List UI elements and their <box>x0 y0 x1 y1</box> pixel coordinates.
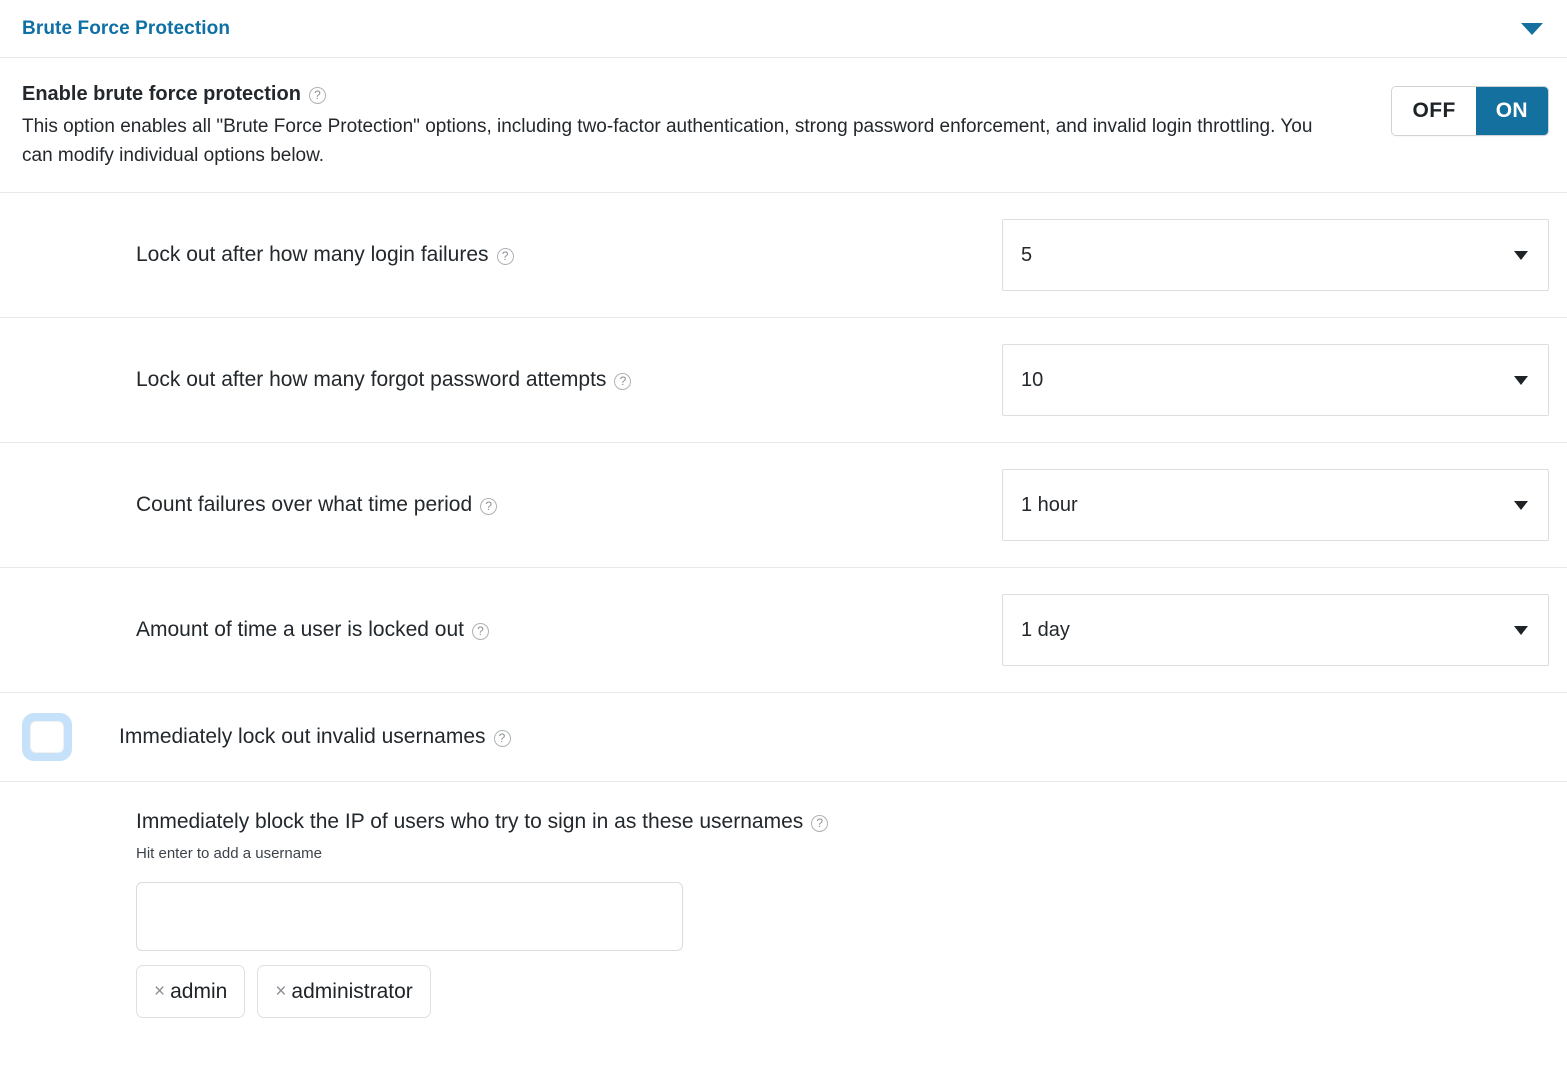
checkbox-label: Immediately lock out invalid usernames ? <box>119 723 511 751</box>
list-item[interactable]: × admin <box>136 965 246 1018</box>
setting-row-login-failures: Lock out after how many login failures ?… <box>0 193 1567 318</box>
brute-force-protection-panel: Brute Force Protection Enable brute forc… <box>0 0 1567 1048</box>
blocked-usernames-input[interactable] <box>136 882 683 951</box>
blocked-usernames-label: Immediately block the IP of users who tr… <box>136 808 1549 836</box>
invalid-usernames-checkbox[interactable] <box>22 713 72 761</box>
toggle-off-option[interactable]: OFF <box>1392 87 1476 135</box>
list-item[interactable]: × administrator <box>257 965 431 1018</box>
chevron-down-icon <box>1514 250 1528 260</box>
panel-collapse-button[interactable] <box>1515 12 1549 46</box>
help-icon[interactable]: ? <box>496 247 514 265</box>
enable-title-label: Enable brute force protection <box>22 83 301 105</box>
lockout-duration-select[interactable]: 1 day <box>1002 594 1549 666</box>
enable-description: This option enables all "Brute Force Pro… <box>22 116 1313 166</box>
setting-row-invalid-usernames: Immediately lock out invalid usernames ? <box>0 693 1567 782</box>
chevron-down-icon <box>1514 375 1528 385</box>
help-icon[interactable]: ? <box>493 729 511 747</box>
select-value: 1 hour <box>1021 493 1078 516</box>
select-value: 5 <box>1021 243 1033 266</box>
close-icon[interactable]: × <box>154 982 165 1001</box>
chevron-down-icon <box>1521 22 1543 35</box>
toggle-on-option[interactable]: ON <box>1475 87 1548 135</box>
select-value: 1 day <box>1021 618 1070 641</box>
blocked-usernames-section: Immediately block the IP of users who tr… <box>0 782 1567 1048</box>
help-icon[interactable]: ? <box>308 86 326 104</box>
help-icon[interactable]: ? <box>811 814 829 832</box>
help-icon[interactable]: ? <box>480 497 498 515</box>
enable-text-block: Enable brute force protection ? This opt… <box>22 80 1332 170</box>
time-period-select[interactable]: 1 hour <box>1002 469 1549 541</box>
forgot-password-attempts-select[interactable]: 10 <box>1002 344 1549 416</box>
enable-brute-force-toggle[interactable]: OFF ON <box>1391 86 1549 136</box>
setting-row-time-period: Count failures over what time period ? 1… <box>0 443 1567 568</box>
setting-label: Lock out after how many forgot password … <box>136 366 632 394</box>
chevron-down-icon <box>1514 500 1528 510</box>
setting-label: Count failures over what time period ? <box>136 491 498 519</box>
tag-label: admin <box>170 979 228 1003</box>
blocked-usernames-label-text: Immediately block the IP of users who tr… <box>136 810 804 833</box>
login-failures-select[interactable]: 5 <box>1002 219 1549 291</box>
setting-row-forgot-password-attempts: Lock out after how many forgot password … <box>0 318 1567 443</box>
checkbox-label-text: Immediately lock out invalid usernames <box>119 725 486 748</box>
blocked-usernames-tag-list: × admin × administrator <box>136 965 1549 1018</box>
setting-label: Lock out after how many login failures ? <box>136 241 514 269</box>
close-icon[interactable]: × <box>275 982 286 1001</box>
setting-label-text: Count failures over what time period <box>136 493 473 516</box>
setting-label-text: Lock out after how many forgot password … <box>136 368 607 391</box>
help-icon[interactable]: ? <box>614 372 632 390</box>
checkbox-box-icon <box>30 721 64 753</box>
help-icon[interactable]: ? <box>472 622 489 640</box>
setting-label-text: Amount of time a user is locked out <box>136 618 464 641</box>
enable-title: Enable brute force protection ? <box>22 80 1332 108</box>
enable-brute-force-row: Enable brute force protection ? This opt… <box>0 58 1567 193</box>
select-value: 10 <box>1021 368 1044 391</box>
page-title: Brute Force Protection <box>22 17 231 39</box>
tag-label: administrator <box>291 979 413 1003</box>
blocked-usernames-hint: Hit enter to add a username <box>136 845 322 862</box>
chevron-down-icon <box>1514 625 1528 635</box>
setting-row-lockout-duration: Amount of time a user is locked out ? 1 … <box>0 568 1567 693</box>
setting-label-text: Lock out after how many login failures <box>136 243 489 266</box>
panel-header: Brute Force Protection <box>0 0 1567 58</box>
setting-label: Amount of time a user is locked out ? <box>136 616 489 644</box>
